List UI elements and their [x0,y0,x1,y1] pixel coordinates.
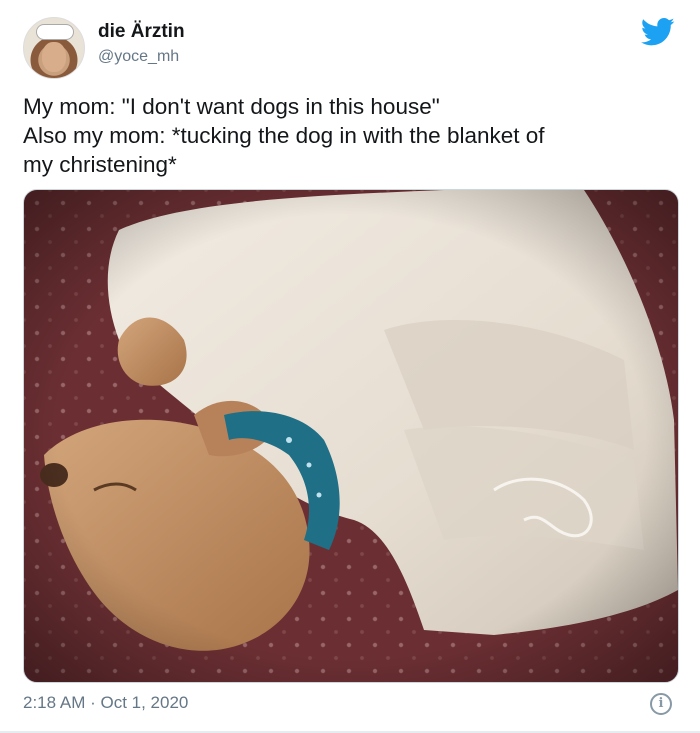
tweet-text-line: Also my mom: *tucking the dog in with th… [23,123,545,148]
tweet-text-line: my christening* [23,152,177,177]
tweet-photo[interactable] [23,189,679,683]
avatar[interactable] [23,17,85,79]
tweet-timestamp[interactable]: 2:18 AM · Oct 1, 2020 [23,693,188,713]
author-handle[interactable]: @yoce_mh [98,48,179,66]
avatar-face [42,42,66,72]
twitter-bird-icon[interactable] [641,17,675,47]
info-icon[interactable]: i [650,693,672,715]
author-display-name[interactable]: die Ärztin [98,21,185,43]
photo-dog-under-blanket [24,190,678,682]
avatar-speech-bubble [36,24,74,40]
tweet-card: die Ärztin @yoce_mh My mom: "I don't wan… [0,0,700,733]
tweet-text: My mom: "I don't want dogs in this house… [23,92,683,179]
tweet-text-line: My mom: "I don't want dogs in this house… [23,94,440,119]
